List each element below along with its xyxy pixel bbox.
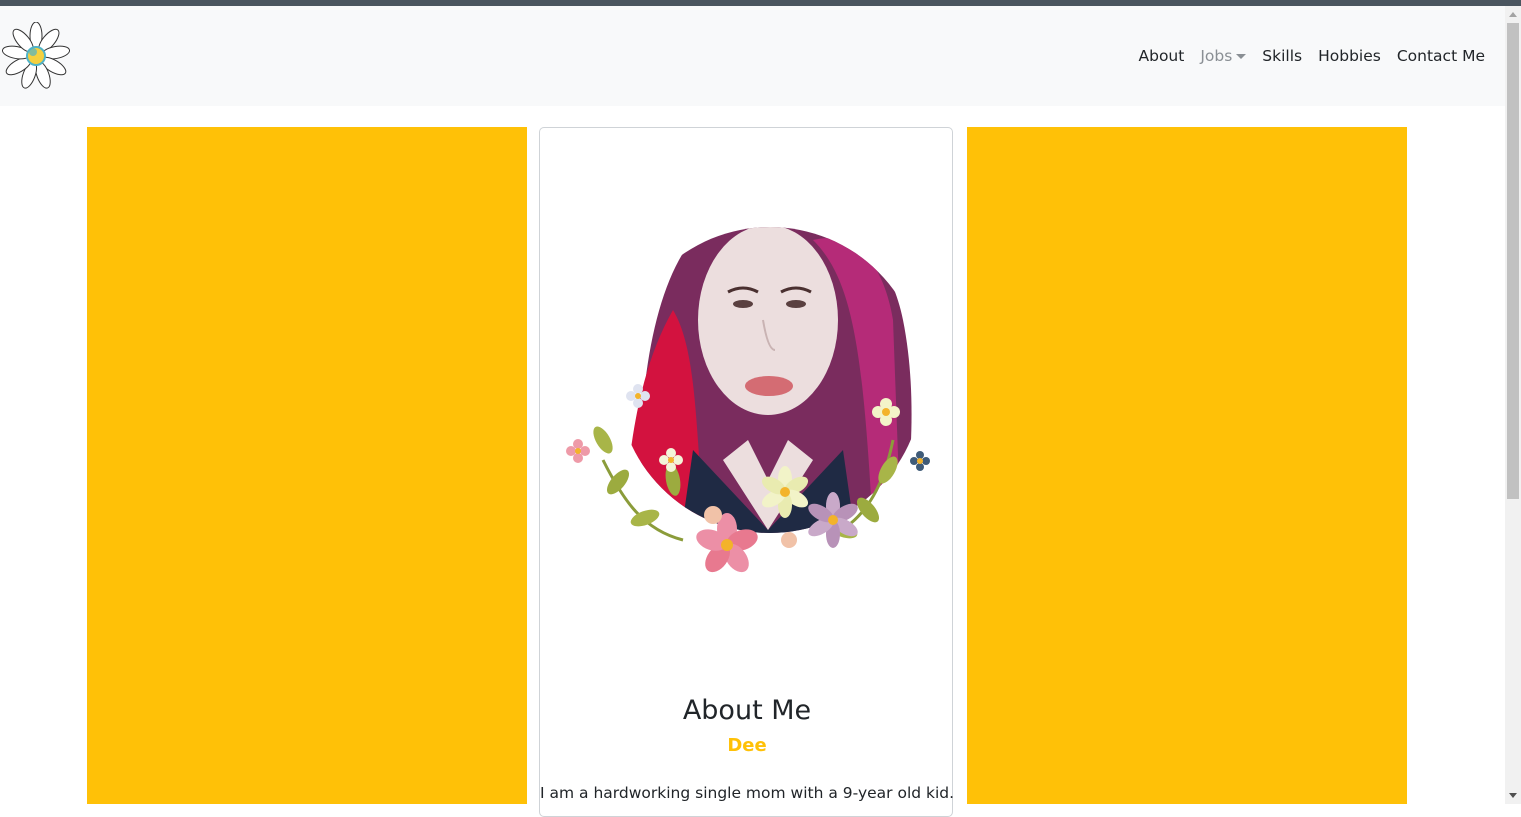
- card-subtitle: Dee: [727, 735, 767, 756]
- left-yellow-panel: [87, 127, 527, 804]
- card-text: I am a hardworking single mom with a 9-y…: [540, 784, 955, 802]
- scroll-down-arrow-icon[interactable]: [1509, 793, 1517, 798]
- caret-down-icon: [1236, 54, 1247, 59]
- nav-link-about[interactable]: About: [1139, 46, 1185, 66]
- scroll-up-arrow-icon[interactable]: [1509, 12, 1517, 17]
- nav-links: About Jobs Skills Hobbies Contact Me: [1139, 46, 1486, 66]
- nav-link-contact[interactable]: Contact Me: [1397, 46, 1485, 66]
- nav-link-hobbies[interactable]: Hobbies: [1318, 46, 1381, 66]
- card-title: About Me: [682, 695, 812, 726]
- daisy-logo-icon[interactable]: [2, 22, 70, 90]
- scrollbar-thumb[interactable]: [1507, 23, 1519, 499]
- about-card: About Me Dee I am a hardworking single m…: [539, 127, 955, 817]
- nav-link-skills[interactable]: Skills: [1262, 46, 1302, 66]
- right-yellow-panel: [967, 127, 1407, 804]
- vertical-scrollbar[interactable]: [1505, 6, 1521, 804]
- navbar: About Jobs Skills Hobbies Contact Me: [0, 6, 1505, 106]
- nav-dropdown-jobs[interactable]: Jobs: [1200, 46, 1247, 66]
- profile-photo-icon: [566, 227, 930, 573]
- nav-dropdown-jobs-label: Jobs: [1200, 47, 1233, 65]
